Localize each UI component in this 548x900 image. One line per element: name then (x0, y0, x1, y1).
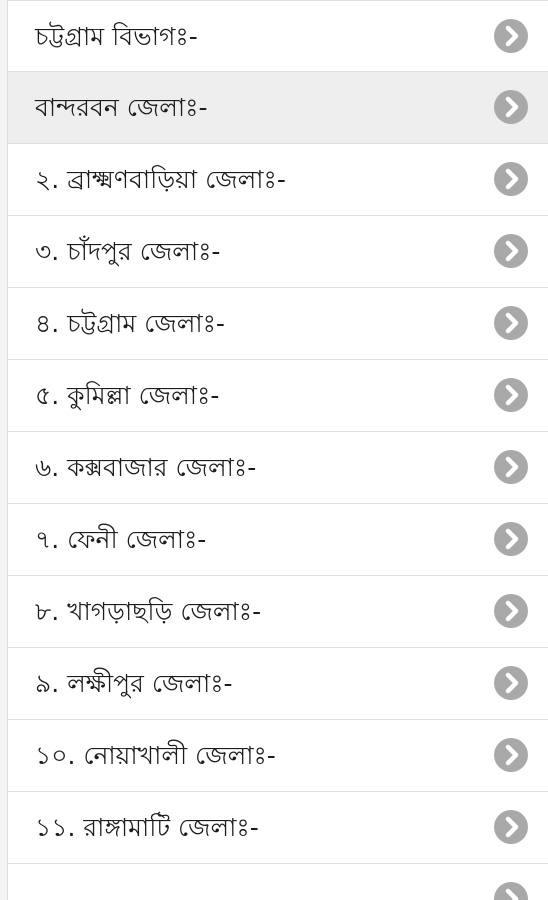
list-item-label: ৯. লক্ষীপুর জেলাঃ- (35, 669, 233, 698)
list-item[interactable]: ২. ব্রাক্ষ্মণবাড়িয়া জেলাঃ- (8, 144, 548, 216)
chevron-right-icon[interactable] (494, 90, 528, 124)
left-edge-rail (0, 0, 8, 900)
list-item[interactable]: ৪. চট্টগ্রাম জেলাঃ- (8, 288, 548, 360)
list-item-label: ৫. কুমিল্লা জেলাঃ- (35, 381, 220, 410)
list-item-label: ১০. নোয়াখালী জেলাঃ- (35, 741, 276, 770)
list-item-label: ৬. কক্সবাজার জেলাঃ- (35, 453, 257, 482)
list-item-label: ৭. ফেনী জেলাঃ- (35, 525, 207, 554)
list-item[interactable]: বান্দরবন জেলাঃ- (8, 72, 548, 144)
chevron-right-icon[interactable] (494, 738, 528, 772)
chevron-right-icon[interactable] (494, 234, 528, 268)
list-item[interactable] (8, 864, 548, 900)
list-item[interactable]: ১১. রাঙ্গামাটি জেলাঃ- (8, 792, 548, 864)
chevron-right-icon[interactable] (494, 666, 528, 700)
list-item[interactable]: ১০. নোয়াখালী জেলাঃ- (8, 720, 548, 792)
list-item[interactable]: ৯. লক্ষীপুর জেলাঃ- (8, 648, 548, 720)
list-item-label: ১১. রাঙ্গামাটি জেলাঃ- (35, 813, 259, 842)
list-item[interactable]: ৬. কক্সবাজার জেলাঃ- (8, 432, 548, 504)
list-item[interactable]: চট্টগ্রাম বিভাগঃ- (8, 0, 548, 72)
chevron-right-icon[interactable] (494, 306, 528, 340)
chevron-right-icon[interactable] (494, 450, 528, 484)
chevron-right-icon[interactable] (494, 522, 528, 556)
list-item-label: ৪. চট্টগ্রাম জেলাঃ- (35, 309, 225, 338)
list-item-label: চট্টগ্রাম বিভাগঃ- (35, 22, 198, 51)
list-item-label: ৩. চাঁদপুর জেলাঃ- (35, 237, 221, 266)
list-item[interactable]: ৩. চাঁদপুর জেলাঃ- (8, 216, 548, 288)
chevron-right-icon[interactable] (494, 378, 528, 412)
list-item[interactable]: ৫. কুমিল্লা জেলাঃ- (8, 360, 548, 432)
district-list: চট্টগ্রাম বিভাগঃ- বান্দরবন জেলাঃ- ২. ব্রাক… (8, 0, 548, 900)
list-item[interactable]: ৭. ফেনী জেলাঃ- (8, 504, 548, 576)
list-item[interactable]: ৮. খাগড়াছড়ি জেলাঃ- (8, 576, 548, 648)
chevron-right-icon[interactable] (494, 594, 528, 628)
chevron-right-icon[interactable] (494, 810, 528, 844)
chevron-right-icon[interactable] (494, 162, 528, 196)
chevron-right-icon[interactable] (494, 19, 528, 53)
list-item-label: ২. ব্রাক্ষ্মণবাড়িয়া জেলাঃ- (35, 165, 286, 194)
list-item-label: ৮. খাগড়াছড়ি জেলাঃ- (35, 597, 262, 626)
app-screen: চট্টগ্রাম বিভাগঃ- বান্দরবন জেলাঃ- ২. ব্রাক… (0, 0, 548, 900)
list-item-label: বান্দরবন জেলাঃ- (35, 93, 208, 122)
chevron-right-icon[interactable] (494, 882, 528, 900)
